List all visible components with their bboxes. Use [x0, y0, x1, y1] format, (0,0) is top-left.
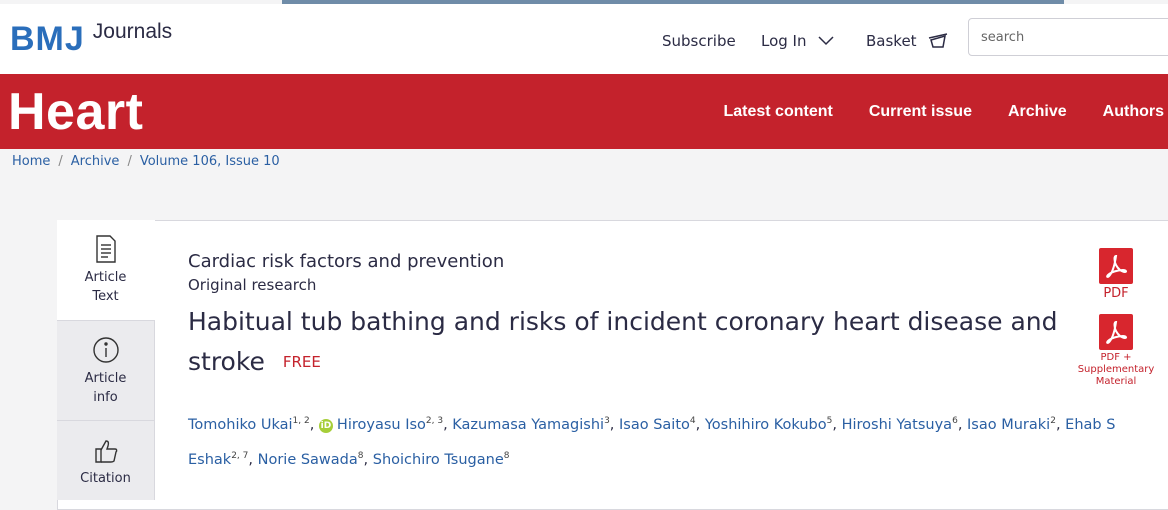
tab-article-text[interactable]: Article Text: [57, 220, 155, 320]
article-title: Habitual tub bathing and risks of incide…: [188, 302, 1068, 382]
bmj-logo-mark: BMJ: [10, 20, 85, 58]
info-icon: [92, 337, 119, 363]
journal-bar: Heart Latest content Current issue Archi…: [0, 74, 1168, 149]
author-separator: ,: [309, 416, 319, 433]
author-name: Yoshihiro Kokubo: [704, 416, 827, 433]
nav-archive[interactable]: Archive: [1008, 103, 1067, 121]
journal-nav: Latest content Current issue Archive Aut…: [723, 74, 1164, 149]
pdf-supplementary-link[interactable]: PDF + Supplementary Material: [1071, 314, 1161, 388]
author-list: Tomohiko Ukai1, 2, iD Hiroyasu Iso2, 3, K…: [188, 406, 1148, 476]
author-separator: ,: [363, 451, 373, 468]
document-icon: [95, 235, 116, 263]
author-link[interactable]: Isao Muraki2: [967, 416, 1056, 433]
author-affiliation: 1, 2: [292, 416, 310, 426]
breadcrumb-separator: /: [58, 154, 63, 169]
author-name: Kazumasa Yamagishi: [452, 416, 605, 433]
site-header: BMJ Journals Subscribe Log In Basket: [0, 4, 1168, 74]
author-name: Shoichiro Tsugane: [372, 451, 504, 468]
tab-citation-label: Citation: [80, 471, 131, 486]
breadcrumb-separator: /: [127, 154, 132, 169]
article-type: Original research: [188, 276, 317, 294]
author-separator: ,: [832, 416, 842, 433]
chevron-down-icon: [817, 36, 834, 46]
tab-article-info-line2: info: [93, 390, 118, 405]
author-affiliation: 2, 3: [425, 416, 444, 426]
basket-link[interactable]: Basket: [866, 32, 949, 50]
author-link[interactable]: Norie Sawada8: [257, 451, 364, 468]
subscribe-link[interactable]: Subscribe: [662, 32, 736, 50]
login-label: Log In: [761, 32, 807, 50]
author-link[interactable]: iD Hiroyasu Iso2, 3: [318, 416, 444, 433]
pdf-download-link[interactable]: PDF: [1071, 248, 1161, 302]
author-name: Hiroshi Yatsuya: [841, 416, 953, 433]
bmj-journals-logo[interactable]: BMJ Journals: [10, 20, 172, 58]
author-link[interactable]: Isao Saito4: [619, 416, 696, 433]
author-affiliation: 8: [503, 450, 510, 461]
pdf-supplementary-icon: [1099, 314, 1133, 350]
breadcrumb-archive[interactable]: Archive: [71, 154, 120, 169]
basket-label: Basket: [866, 32, 917, 50]
tab-article-info-line1: Article: [84, 371, 127, 386]
orcid-icon[interactable]: iD: [318, 418, 333, 433]
breadcrumb-issue[interactable]: Volume 106, Issue 10: [140, 154, 280, 169]
author-affiliation: 2, 7: [231, 450, 249, 461]
author-separator: ,: [443, 416, 453, 433]
thumbs-up-icon: [94, 440, 117, 463]
author-separator: ,: [1055, 416, 1066, 433]
free-badge: FREE: [282, 353, 321, 371]
pdf-icon: [1099, 248, 1133, 284]
breadcrumb: Home / Archive / Volume 106, Issue 10: [12, 154, 280, 169]
pdf-label: PDF: [1103, 286, 1129, 301]
nav-authors[interactable]: Authors: [1103, 103, 1164, 121]
author-link[interactable]: Tomohiko Ukai1, 2: [188, 416, 310, 433]
author-name: Tomohiko Ukai: [188, 416, 293, 433]
search-input[interactable]: [968, 18, 1168, 56]
article-side-tabs: Article Text Article info Citation: [57, 220, 155, 500]
author-separator: ,: [609, 416, 620, 433]
author-name: Norie Sawada: [257, 451, 358, 468]
bmj-logo-journals: Journals: [92, 20, 173, 43]
tab-article-info[interactable]: Article info: [57, 320, 155, 420]
author-name: Isao Saito: [619, 416, 690, 433]
author-link[interactable]: Yoshihiro Kokubo5: [704, 416, 833, 433]
author-name: Hiroyasu Iso: [336, 416, 426, 433]
tab-article-text-line2: Text: [92, 289, 119, 304]
author-link[interactable]: Shoichiro Tsugane8: [372, 450, 510, 468]
subscribe-label: Subscribe: [662, 32, 736, 50]
journal-title[interactable]: Heart: [8, 80, 143, 144]
author-link[interactable]: Kazumasa Yamagishi3: [452, 416, 610, 433]
article-header: Cardiac risk factors and prevention Orig…: [188, 250, 1068, 382]
author-separator: ,: [248, 451, 258, 468]
nav-latest-content[interactable]: Latest content: [723, 103, 832, 121]
article-subject[interactable]: Cardiac risk factors and prevention: [188, 250, 1068, 274]
author-separator: ,: [695, 416, 705, 433]
author-name: Isao Muraki: [967, 416, 1051, 433]
basket-icon: [928, 33, 947, 48]
login-menu[interactable]: Log In: [761, 32, 835, 50]
tab-article-text-line1: Article: [84, 270, 127, 285]
author-link[interactable]: Hiroshi Yatsuya6: [841, 416, 958, 433]
nav-current-issue[interactable]: Current issue: [869, 103, 972, 121]
author-separator: ,: [957, 416, 968, 433]
breadcrumb-home[interactable]: Home: [12, 154, 50, 169]
tab-citation[interactable]: Citation: [57, 420, 155, 500]
pdf-supplementary-label: PDF + Supplementary Material: [1077, 352, 1155, 387]
